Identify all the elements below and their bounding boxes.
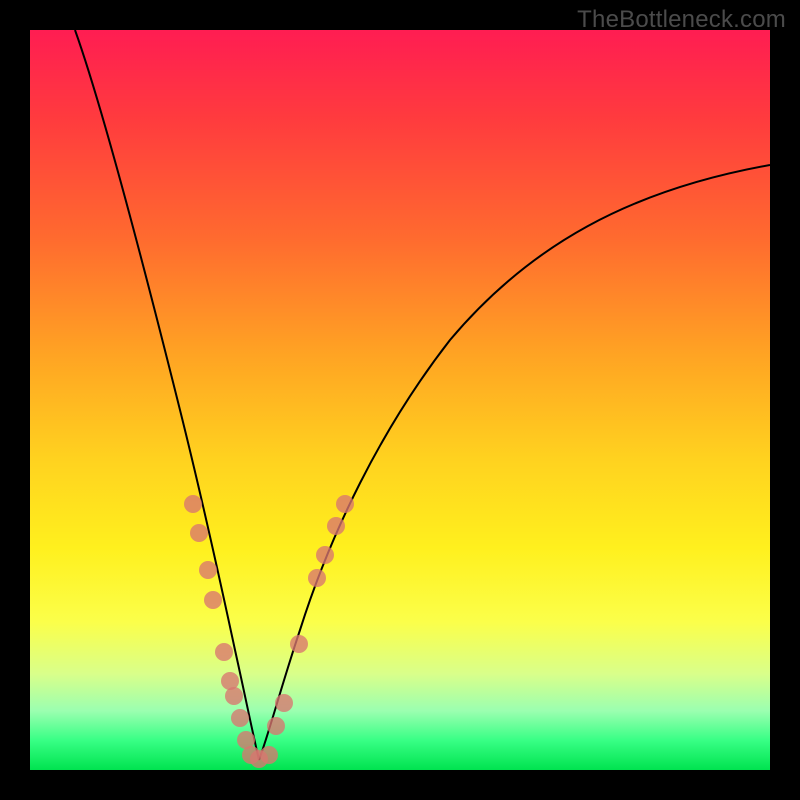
marker <box>308 569 326 587</box>
plot-area <box>30 30 770 770</box>
chart-frame: TheBottleneck.com <box>0 0 800 800</box>
marker <box>336 495 354 513</box>
marker <box>275 694 293 712</box>
marker <box>231 709 249 727</box>
marker <box>316 546 334 564</box>
marker <box>190 524 208 542</box>
chart-svg <box>30 30 770 770</box>
right-branch-curve <box>259 165 770 760</box>
marker <box>225 687 243 705</box>
marker <box>267 717 285 735</box>
marker <box>199 561 217 579</box>
watermark-text: TheBottleneck.com <box>577 6 786 34</box>
marker <box>204 591 222 609</box>
marker <box>260 746 278 764</box>
marker <box>327 517 345 535</box>
marker <box>215 643 233 661</box>
marker <box>184 495 202 513</box>
marker <box>290 635 308 653</box>
